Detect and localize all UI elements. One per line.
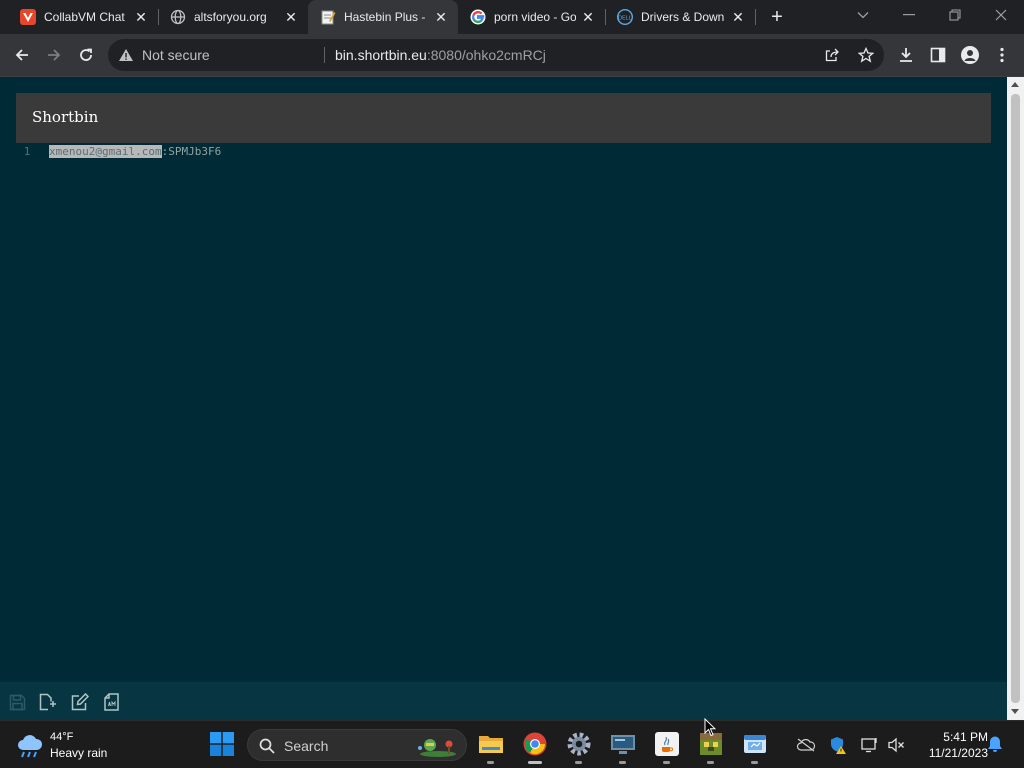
close-tab-icon[interactable]: ✕ — [283, 9, 299, 25]
notification-bell-icon[interactable] — [986, 735, 1004, 758]
tab-title: Hastebin Plus - — [344, 10, 426, 24]
bookmark-star-icon[interactable] — [857, 46, 875, 68]
download-icon[interactable] — [890, 39, 922, 71]
page-content: Shortbin 1 xmenou2@gmail.com:SPMJb3F6 — [0, 77, 1007, 720]
running-indicator — [619, 761, 626, 764]
action-bar — [0, 682, 1007, 720]
security-shield-icon[interactable] — [828, 735, 848, 755]
scrollbar-thumb[interactable] — [1011, 94, 1020, 703]
vertical-scrollbar[interactable] — [1007, 77, 1024, 720]
raw-document-icon[interactable] — [101, 692, 121, 712]
new-tab-button[interactable]: + — [766, 6, 788, 28]
file-explorer-icon[interactable] — [476, 729, 506, 764]
selected-text[interactable]: xmenou2@gmail.com — [49, 145, 162, 158]
security-status[interactable]: Not secure — [142, 47, 210, 63]
profile-icon[interactable] — [954, 39, 986, 71]
restore-icon[interactable] — [932, 0, 978, 30]
sandbox-app-icon[interactable] — [740, 729, 770, 764]
back-icon[interactable] — [6, 39, 38, 71]
line-number: 1 — [23, 145, 31, 158]
tab-drivers-downloads[interactable]: DELL Drivers & Down ✕ — [605, 0, 755, 34]
tab-google-search[interactable]: porn video - Go ✕ — [458, 0, 605, 34]
url-path: :8080/ohko2cmRCj — [426, 47, 546, 63]
code-line: 1 xmenou2@gmail.com:SPMJb3F6 — [16, 144, 221, 159]
globe-icon — [170, 9, 186, 25]
chrome-taskbar-icon[interactable] — [520, 729, 550, 764]
save-icon[interactable] — [7, 692, 27, 712]
dell-icon: DELL — [617, 9, 633, 25]
settings-gear-icon[interactable] — [564, 729, 594, 764]
svg-text:DELL: DELL — [618, 16, 632, 22]
search-label: Search — [284, 738, 329, 754]
notepad-icon — [320, 9, 336, 25]
java-icon[interactable] — [652, 729, 682, 764]
tab-collabvm-chat[interactable]: CollabVM Chat ✕ — [8, 0, 158, 34]
tab-separator — [755, 9, 756, 25]
code-view[interactable]: 1 xmenou2@gmail.com:SPMJb3F6 — [16, 144, 221, 159]
search-icon — [259, 738, 275, 759]
weather-widget[interactable]: 44°F Heavy rain — [16, 729, 136, 761]
warning-icon[interactable] — [118, 48, 134, 67]
tab-title: CollabVM Chat — [44, 10, 125, 24]
volume-muted-icon[interactable] — [886, 735, 906, 755]
scroll-up-arrow-icon[interactable] — [1011, 82, 1019, 87]
share-icon[interactable] — [824, 47, 840, 68]
scroll-down-arrow-icon[interactable] — [1011, 709, 1019, 714]
search-highlight-icon — [416, 734, 462, 763]
browser-toolbar: Not secure bin.shortbin.eu:8080/ohko2cmR… — [0, 34, 1024, 76]
remote-desktop-icon[interactable] — [608, 729, 638, 764]
running-indicator — [707, 761, 714, 764]
tab-hastebin-plus[interactable]: Hastebin Plus - ✕ — [308, 0, 458, 34]
site-brand[interactable]: Shortbin — [32, 108, 98, 126]
running-indicator — [528, 761, 542, 764]
side-panel-icon[interactable] — [922, 39, 954, 71]
address-bar[interactable]: Not secure bin.shortbin.eu:8080/ohko2cmR… — [108, 39, 884, 71]
close-tab-icon[interactable]: ✕ — [730, 9, 746, 25]
close-tab-icon[interactable]: ✕ — [133, 9, 149, 25]
code-text[interactable]: :SPMJb3F6 — [162, 145, 222, 158]
tab-strip: CollabVM Chat ✕ altsforyou.org ✕ Hastebi… — [0, 0, 1024, 34]
start-button[interactable] — [207, 729, 237, 759]
close-window-icon[interactable] — [978, 0, 1024, 30]
windows-taskbar: 44°F Heavy rain Search 5:41 PM 11/21/202… — [0, 720, 1024, 768]
minimize-icon[interactable] — [886, 0, 932, 30]
edit-icon[interactable] — [70, 692, 90, 712]
clock-time: 5:41 PM — [943, 730, 988, 744]
weather-temperature: 44°F — [50, 731, 74, 743]
tab-altsforyou[interactable]: altsforyou.org ✕ — [158, 0, 308, 34]
new-document-icon[interactable] — [38, 692, 58, 712]
taskbar-search-box[interactable]: Search — [247, 729, 467, 761]
system-clock[interactable]: 5:41 PM 11/21/2023 — [912, 729, 988, 761]
running-indicator — [487, 761, 494, 764]
site-header: Shortbin — [16, 93, 991, 143]
tab-search-icon[interactable] — [840, 0, 886, 30]
close-tab-icon[interactable]: ✕ — [433, 9, 449, 25]
tab-title: altsforyou.org — [194, 10, 267, 24]
cloud-offline-icon[interactable] — [796, 735, 816, 755]
menu-kebab-icon[interactable] — [986, 39, 1018, 71]
url-host: bin.shortbin.eu — [335, 47, 427, 63]
network-icon[interactable] — [860, 735, 880, 755]
google-icon — [470, 9, 486, 25]
weather-condition: Heavy rain — [50, 746, 108, 760]
tab-title: porn video - Go — [494, 10, 576, 24]
clock-date: 11/21/2023 — [928, 746, 988, 760]
close-tab-icon[interactable]: ✕ — [580, 9, 596, 25]
running-indicator — [663, 761, 670, 764]
collabvm-icon — [20, 9, 36, 25]
reload-icon[interactable] — [70, 39, 102, 71]
mouse-cursor-icon — [704, 717, 717, 742]
rain-cloud-icon — [16, 735, 44, 764]
divider — [324, 47, 325, 63]
running-indicator — [575, 761, 582, 764]
running-indicator — [751, 761, 758, 764]
forward-icon[interactable] — [38, 39, 70, 71]
url-text[interactable]: bin.shortbin.eu:8080/ohko2cmRCj — [335, 47, 546, 63]
tab-title: Drivers & Down — [641, 10, 725, 24]
